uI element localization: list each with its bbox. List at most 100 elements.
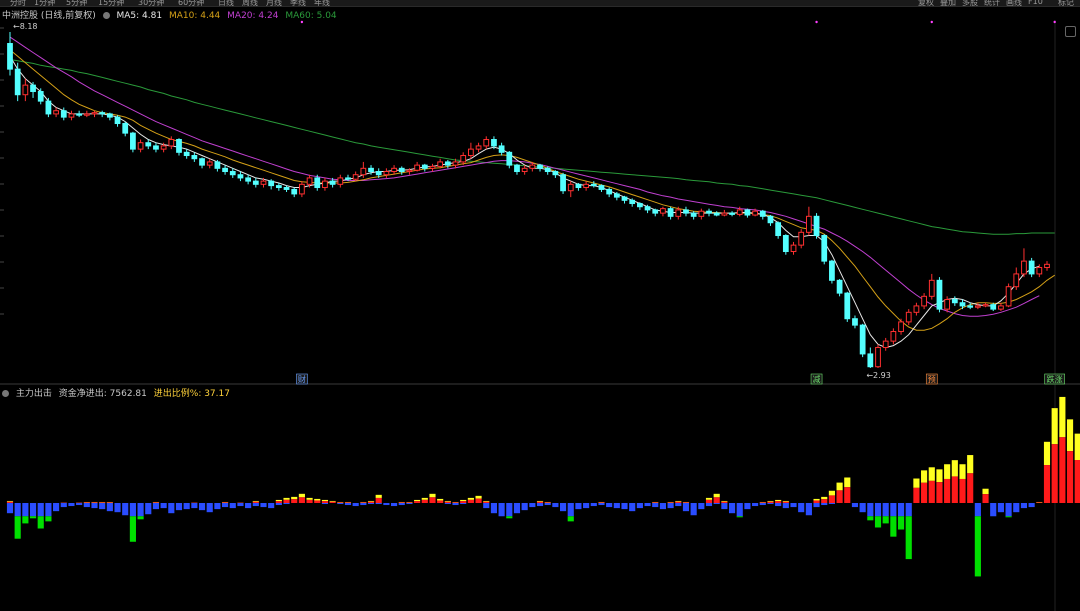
inflow-red-bar xyxy=(782,501,789,503)
candle-body xyxy=(421,164,428,169)
inflow-yellow-bar xyxy=(467,497,474,500)
outflow-blue-bar xyxy=(406,503,413,505)
inflow-red-bar xyxy=(667,502,674,503)
inflow-red-bar xyxy=(475,498,482,503)
outflow-green-bar xyxy=(506,516,513,519)
outflow-blue-bar xyxy=(598,503,605,506)
inflow-yellow-bar xyxy=(675,500,682,502)
event-marker-label[interactable]: 预 xyxy=(928,374,936,384)
inflow-red-bar xyxy=(467,499,474,503)
inflow-red-bar xyxy=(375,497,382,503)
candle-body xyxy=(629,199,636,205)
outflow-green-bar xyxy=(37,516,44,529)
candle-body xyxy=(398,167,405,173)
inflow-red-bar xyxy=(222,502,229,503)
candle-body xyxy=(114,116,121,125)
candle-body xyxy=(268,180,275,187)
inflow-yellow-bar xyxy=(844,477,851,488)
outflow-blue-bar xyxy=(252,503,259,507)
candle-body xyxy=(683,209,689,214)
inflow-red-bar xyxy=(429,497,436,503)
event-marker-label[interactable]: 减 xyxy=(813,374,821,384)
inflow-red-bar xyxy=(813,500,820,503)
inflow-yellow-bar xyxy=(936,469,943,483)
outflow-blue-bar xyxy=(613,503,620,509)
outflow-blue-bar xyxy=(744,503,751,510)
outflow-blue-bar xyxy=(867,503,874,517)
candle-body xyxy=(22,84,29,96)
inflow-red-bar xyxy=(460,501,467,503)
inflow-red-bar xyxy=(928,480,935,503)
candle-body xyxy=(30,84,36,93)
outflow-blue-bar xyxy=(352,503,359,507)
inflow-yellow-bar xyxy=(705,497,713,500)
outflow-blue-bar xyxy=(29,503,37,517)
candle-body xyxy=(944,299,951,310)
candle-body xyxy=(867,353,874,368)
inflow-red-bar xyxy=(275,501,282,503)
inflow-red-bar xyxy=(398,502,405,503)
outflow-blue-bar xyxy=(490,503,498,514)
event-marker-label[interactable]: 跌涨 xyxy=(1047,374,1063,384)
candle-body xyxy=(1005,286,1012,307)
outflow-green-bar xyxy=(567,516,574,522)
candle-body xyxy=(721,212,728,216)
candle-body xyxy=(598,185,605,190)
inflow-yellow-bar xyxy=(275,499,282,502)
candle-body xyxy=(951,299,958,304)
candle-body xyxy=(475,145,482,150)
candle-body xyxy=(260,180,267,185)
inflow-red-bar xyxy=(951,476,958,503)
candle-body xyxy=(37,91,44,102)
kline-chart[interactable]: ←8.18←2.93财减预跌涨高榜 xyxy=(0,0,1080,611)
inflow-yellow-bar xyxy=(913,478,920,488)
inflow-yellow-bar xyxy=(959,464,966,479)
ma10-line xyxy=(9,49,1055,331)
candle-body xyxy=(130,132,136,150)
candle-body xyxy=(829,260,835,281)
inflow-red-bar xyxy=(152,502,160,503)
outflow-blue-bar xyxy=(398,503,405,506)
outflow-blue-bar xyxy=(191,503,198,509)
candle-body xyxy=(345,177,351,180)
outflow-blue-bar xyxy=(1013,503,1020,513)
ma20-line xyxy=(9,36,1040,317)
outflow-blue-bar xyxy=(828,503,835,505)
candle-body xyxy=(859,324,866,355)
candle-body xyxy=(998,305,1004,310)
outflow-blue-bar xyxy=(6,503,14,514)
outflow-blue-bar xyxy=(529,503,536,508)
inflow-red-bar xyxy=(721,501,728,503)
inflow-yellow-bar xyxy=(283,497,290,500)
candle-body xyxy=(621,196,628,201)
candle-body xyxy=(91,112,98,115)
candle-body xyxy=(713,212,720,216)
outflow-green-bar xyxy=(14,516,21,539)
inflow-red-bar xyxy=(360,502,367,503)
inflow-yellow-bar xyxy=(821,496,828,500)
candle-body xyxy=(283,187,290,190)
outflow-blue-bar xyxy=(997,503,1004,513)
outflow-blue-bar xyxy=(168,503,175,514)
candle-body xyxy=(852,318,858,326)
candle-body xyxy=(7,43,13,70)
candle-body xyxy=(429,165,436,169)
inflow-red-bar xyxy=(675,501,682,503)
candle-body xyxy=(590,183,597,187)
outflow-blue-bar xyxy=(106,503,113,512)
signal-dot xyxy=(300,20,304,24)
inflow-yellow-bar xyxy=(1043,441,1051,466)
outflow-blue-bar xyxy=(705,503,713,507)
outflow-blue-bar xyxy=(759,503,766,506)
candle-body xyxy=(468,148,474,157)
candle-body xyxy=(821,235,828,262)
outflow-blue-bar xyxy=(53,503,60,512)
inflow-red-bar xyxy=(414,501,421,503)
candle-body xyxy=(437,161,444,167)
event-marker-label[interactable]: 财 xyxy=(298,374,306,384)
outflow-blue-bar xyxy=(805,503,812,516)
candle-body xyxy=(675,209,682,217)
outflow-green-bar xyxy=(874,516,882,528)
outflow-blue-bar xyxy=(137,503,144,517)
signal-dot xyxy=(1053,20,1056,24)
